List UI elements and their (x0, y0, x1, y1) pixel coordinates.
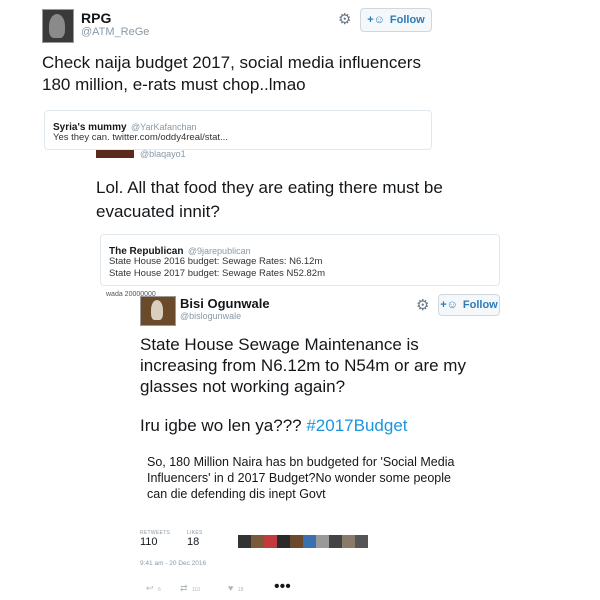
gear-icon[interactable]: ⚙ (416, 296, 429, 314)
tweet-text-plain: Iru igbe wo len ya??? (140, 416, 307, 435)
avatar-face (151, 300, 163, 320)
tweet-text: Lol. All that food they are eating there… (96, 178, 443, 221)
quoted-tweet[interactable]: The Republican @9jarepublican State Hous… (100, 234, 500, 286)
tweet-text: Check naija budget 2017, social media in… (42, 53, 421, 94)
retweet-icon: ⇄ (180, 583, 188, 593)
reply-count: 6 (158, 587, 161, 593)
avatar[interactable] (42, 9, 74, 43)
author-handle[interactable]: @ATM_ReGe (81, 26, 149, 38)
like-count: 18 (237, 587, 244, 593)
follow-person-icon: +☺ (367, 14, 385, 26)
liker-avatar[interactable] (303, 535, 316, 548)
quoted-tweet-text-line-1: State House 2016 budget: Sewage Rates: N… (109, 256, 323, 267)
quoted-author-handle: @9jarepublican (187, 246, 251, 256)
hashtag-link[interactable]: #2017Budget (306, 416, 407, 435)
follow-person-icon: +☺ (440, 299, 458, 311)
author-name[interactable]: RPG (81, 10, 111, 26)
liker-avatars (238, 535, 383, 548)
author-name[interactable]: Bisi Ogunwale (180, 296, 270, 311)
tweet-text: State House Sewage Maintenance is increa… (140, 335, 466, 396)
avatar[interactable] (140, 296, 176, 326)
likes-count: 18 (187, 536, 200, 548)
likes-stat[interactable]: LIKES 18 (187, 530, 203, 548)
liker-avatar[interactable] (290, 535, 303, 548)
avatar-face (49, 14, 65, 38)
liker-avatar[interactable] (355, 535, 368, 548)
liker-avatar[interactable] (264, 535, 277, 548)
reply-icon: ↩ (146, 583, 154, 593)
liker-avatar[interactable] (342, 535, 355, 548)
liker-avatar[interactable] (277, 535, 290, 548)
follow-label: Follow (389, 14, 425, 26)
avatar[interactable] (96, 150, 134, 158)
liker-avatar[interactable] (238, 535, 251, 548)
follow-button[interactable]: +☺ Follow (438, 294, 500, 316)
tweet-timestamp[interactable]: 9:41 am - 20 Dec 2016 (140, 560, 206, 567)
liker-avatar[interactable] (316, 535, 329, 548)
like-button[interactable]: ♥ 18 (228, 578, 243, 596)
author-handle[interactable]: @bislogunwale (180, 311, 241, 321)
retweet-count: 110 (192, 587, 200, 593)
author-handle[interactable]: @blaqayo1 (140, 149, 186, 159)
action-bar: ↩ 6 ⇄ 110 ♥ 18 ••• (140, 578, 300, 595)
retweets-count: 110 (140, 536, 158, 548)
quoted-tweet-text: Yes they can. twitter.com/oddy4real/stat… (53, 132, 228, 143)
liker-avatar[interactable] (251, 535, 264, 548)
follow-button[interactable]: +☺ Follow (360, 8, 432, 32)
like-icon: ♥ (228, 583, 234, 593)
quoted-author-handle: @YarKafanchan (130, 122, 197, 132)
gear-icon[interactable]: ⚙ (338, 10, 351, 28)
tweet-text-secondary: So, 180 Million Naira has bn budgeted fo… (147, 455, 455, 501)
tweet-text-line-2: Iru igbe wo len ya??? #2017Budget (140, 415, 408, 437)
more-icon[interactable]: ••• (274, 578, 291, 596)
retweets-stat[interactable]: RETWEETS 110 (140, 530, 170, 548)
quoted-tweet[interactable]: Syria's mummy @YarKafanchan Yes they can… (44, 110, 432, 150)
reply-button[interactable]: ↩ 6 (146, 578, 161, 596)
quoted-tweet-text-line-2: State House 2017 budget: Sewage Rates N5… (109, 268, 326, 279)
liker-avatar[interactable] (329, 535, 342, 548)
follow-label: Follow (462, 299, 498, 311)
retweet-button[interactable]: ⇄ 110 (180, 578, 200, 596)
